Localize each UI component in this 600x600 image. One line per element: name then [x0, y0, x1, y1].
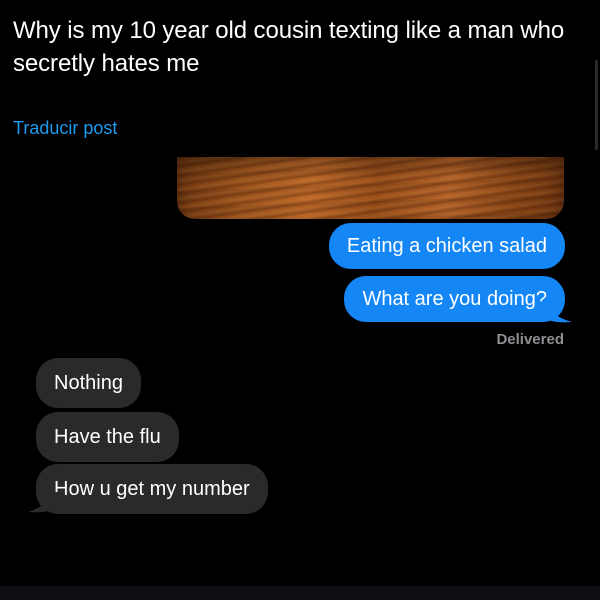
message-thread-screenshot: Eating a chicken salad What are you doin…: [0, 150, 600, 590]
bottom-bar: [0, 586, 600, 600]
sent-message-bubble: Eating a chicken salad: [328, 223, 565, 269]
photo-attachment[interactable]: [177, 157, 564, 219]
sent-message-bubble: What are you doing?: [344, 276, 565, 322]
received-message-bubble: Have the flu: [36, 412, 179, 462]
message-text: Nothing: [54, 372, 123, 394]
received-message-bubble: How u get my number: [36, 464, 268, 514]
post-text: Why is my 10 year old cousin texting lik…: [13, 17, 565, 77]
message-text: How u get my number: [54, 478, 250, 500]
delivered-status: Delivered: [496, 331, 564, 348]
sent-bubble-tail: [540, 302, 572, 323]
message-text: Have the flu: [54, 426, 161, 448]
received-bubble-tail: [28, 492, 60, 513]
scrollbar-thumb[interactable]: [595, 60, 598, 150]
message-text: Eating a chicken salad: [346, 235, 547, 257]
received-message-bubble: Nothing: [36, 358, 141, 408]
message-text: What are you doing?: [362, 288, 547, 310]
translate-post-link[interactable]: Traducir post: [13, 118, 117, 139]
